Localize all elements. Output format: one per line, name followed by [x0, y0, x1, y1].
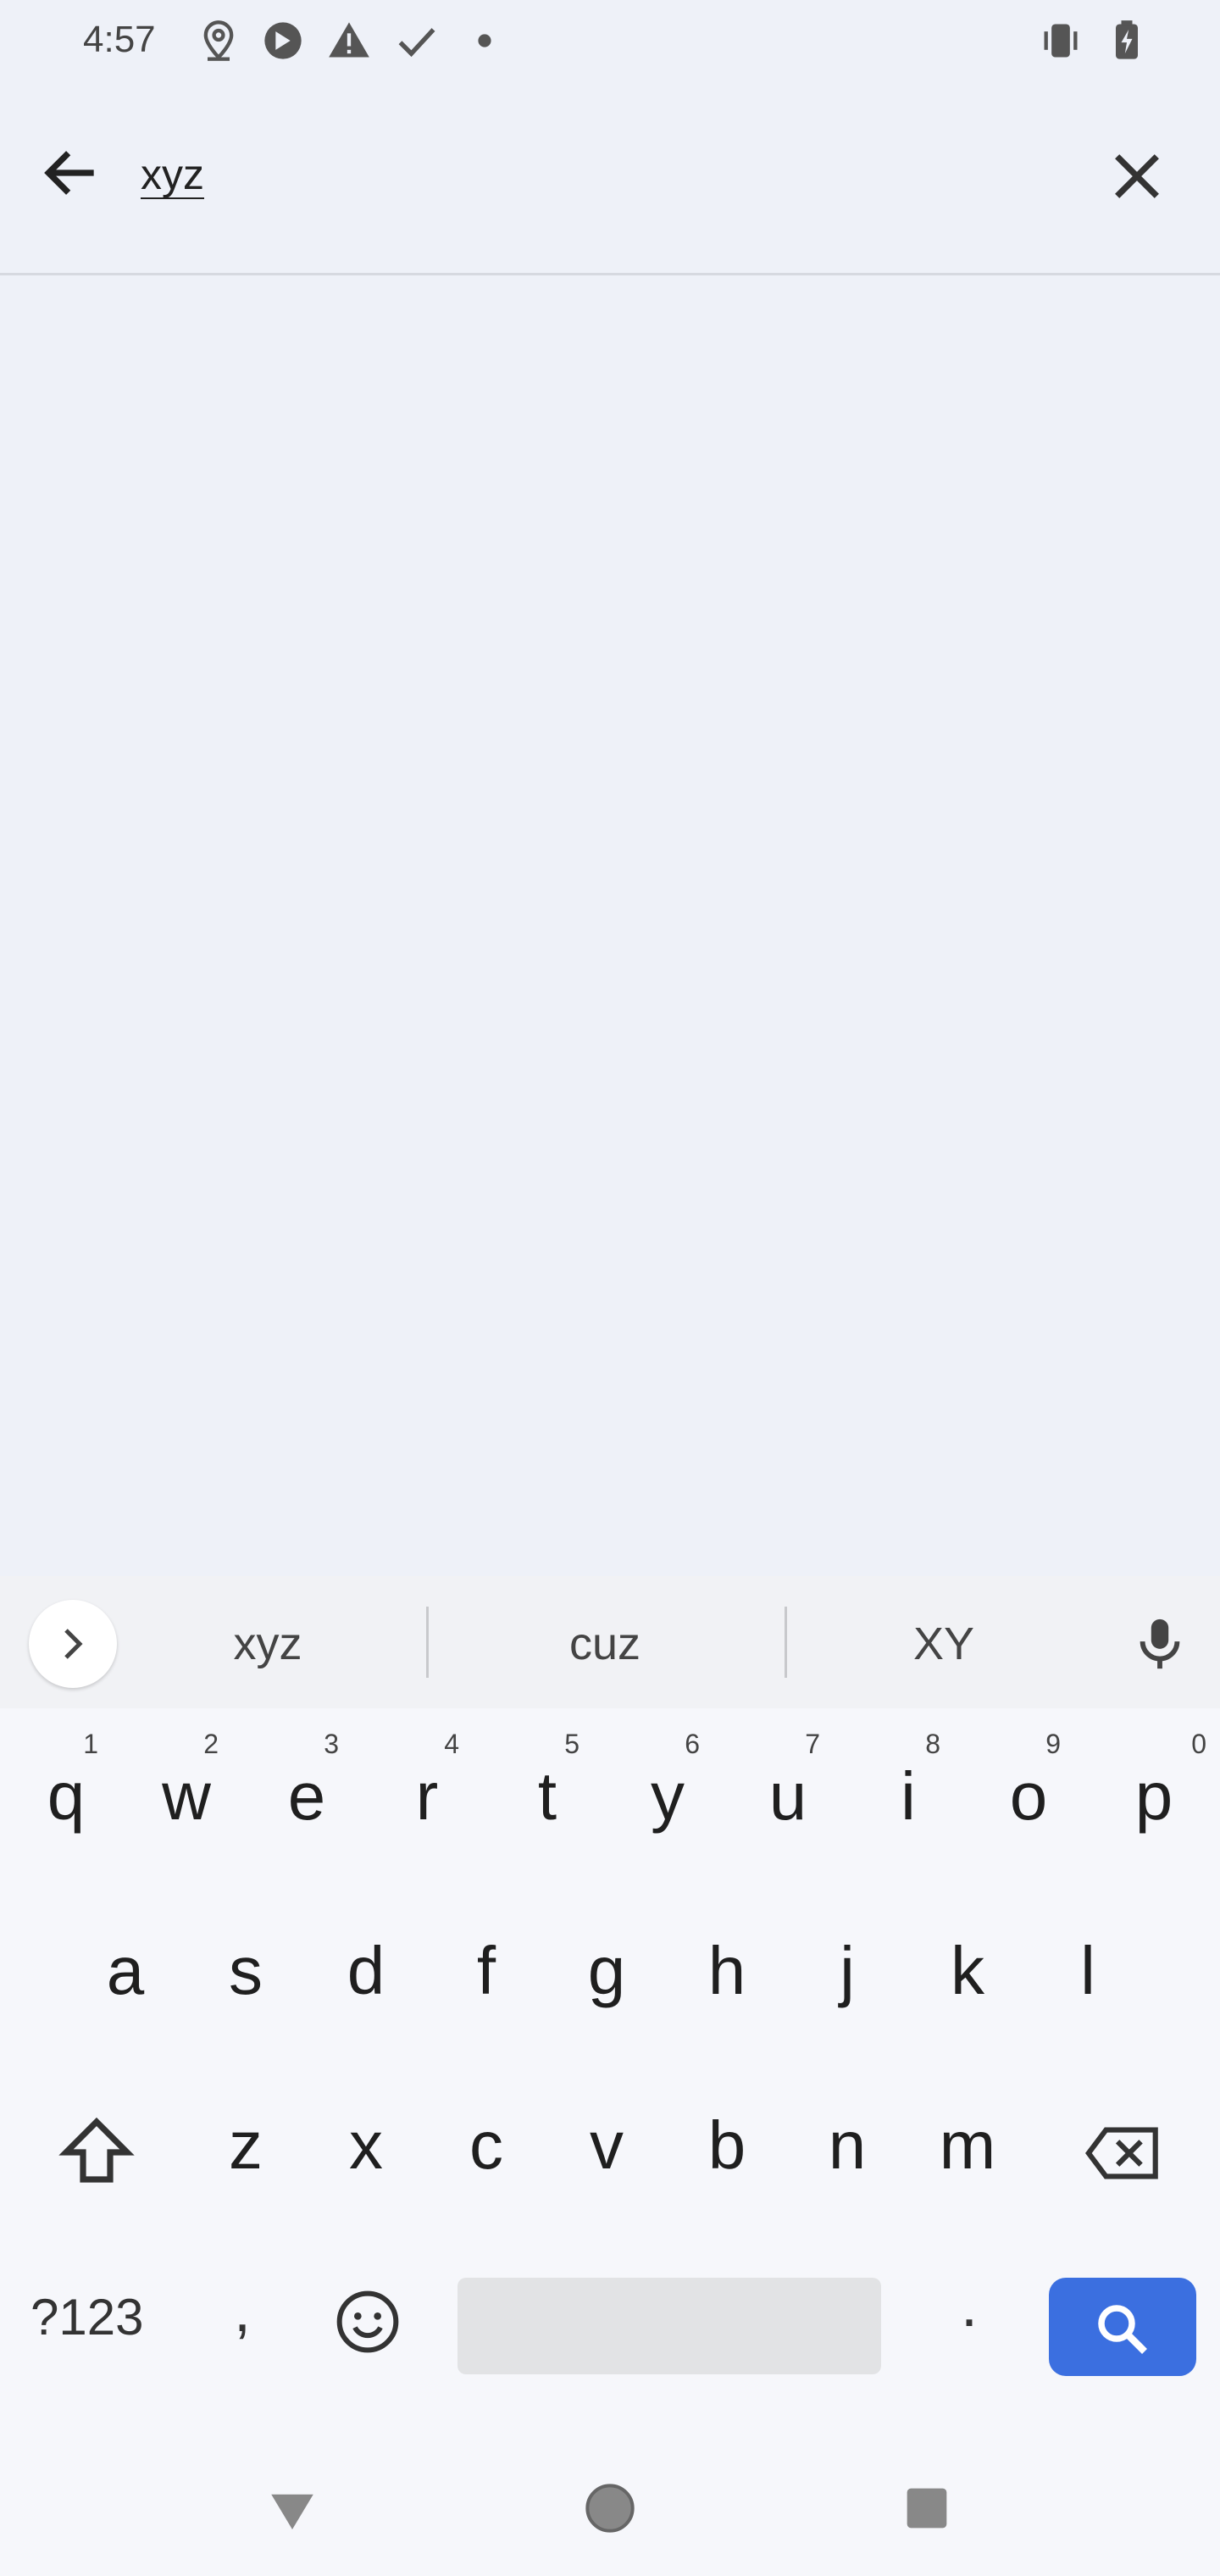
- key-i[interactable]: i8: [849, 1729, 968, 1873]
- key-d[interactable]: d: [307, 1903, 425, 2047]
- shift-icon[interactable]: [56, 2112, 137, 2193]
- microphone-icon[interactable]: [1130, 1610, 1190, 1678]
- key-j[interactable]: j: [788, 1903, 907, 2047]
- key-k[interactable]: k: [908, 1903, 1027, 2047]
- expand-toolbar-button[interactable]: [29, 1600, 117, 1688]
- suggestion-1[interactable]: xyz: [149, 1610, 386, 1678]
- space-key[interactable]: [458, 2278, 881, 2374]
- suggestion-3[interactable]: XY: [825, 1610, 1062, 1678]
- search-key[interactable]: [1049, 2278, 1196, 2376]
- app-notification-icon: [261, 19, 305, 63]
- symbols-key[interactable]: ?123: [30, 2288, 143, 2346]
- key-x[interactable]: x: [307, 2078, 425, 2222]
- vibrate-icon: [1039, 19, 1083, 63]
- search-input[interactable]: [141, 141, 988, 208]
- search-icon: [1098, 2305, 1147, 2354]
- key-n[interactable]: n: [788, 2078, 907, 2222]
- key-y[interactable]: y6: [608, 1729, 727, 1873]
- location-icon: [197, 19, 241, 63]
- key-b[interactable]: b: [668, 2078, 786, 2222]
- navigation-bar: [0, 2440, 1220, 2576]
- key-r[interactable]: r4: [368, 1729, 486, 1873]
- emoji-icon[interactable]: [334, 2288, 402, 2356]
- suggestion-2[interactable]: cuz: [486, 1610, 724, 1678]
- key-h[interactable]: h: [668, 1903, 786, 2047]
- suggestion-divider: [785, 1607, 787, 1678]
- key-p[interactable]: p0: [1095, 1729, 1213, 1873]
- nav-recents-icon[interactable]: [903, 2484, 951, 2532]
- nav-home-icon[interactable]: [583, 2481, 637, 2535]
- key-u[interactable]: u7: [729, 1729, 847, 1873]
- status-bar: 4:57: [0, 0, 1220, 88]
- status-time: 4:57: [83, 19, 156, 60]
- key-o[interactable]: o9: [969, 1729, 1088, 1873]
- suggestion-divider: [426, 1607, 429, 1678]
- suggestion-strip: xyz cuz XY: [0, 1576, 1220, 1708]
- dot-icon: [463, 19, 507, 63]
- close-icon[interactable]: [1103, 142, 1171, 210]
- key-q[interactable]: q1: [7, 1729, 125, 1873]
- chevron-right-icon: [64, 1629, 83, 1659]
- key-t[interactable]: t5: [488, 1729, 607, 1873]
- key-e[interactable]: e3: [247, 1729, 366, 1873]
- warning-icon: [327, 19, 371, 63]
- key-v[interactable]: v: [547, 2078, 666, 2222]
- soft-keyboard: xyz cuz XY q1 w2 e3 r4 t5 y6 u7 i8 o9 p0…: [0, 1576, 1220, 2576]
- comma-key[interactable]: ,: [234, 2276, 251, 2346]
- key-f[interactable]: f: [427, 1903, 546, 2047]
- key-m[interactable]: m: [908, 2078, 1027, 2222]
- key-c[interactable]: c: [427, 2078, 546, 2222]
- key-a[interactable]: a: [66, 1903, 185, 2047]
- search-bar: [0, 88, 1220, 275]
- key-w[interactable]: w2: [127, 1729, 246, 1873]
- arrow-left-icon[interactable]: [37, 139, 105, 207]
- nav-back-icon[interactable]: [264, 2483, 320, 2539]
- battery-charging-icon: [1105, 19, 1149, 63]
- check-icon: [395, 19, 439, 63]
- key-l[interactable]: l: [1029, 1903, 1147, 2047]
- key-s[interactable]: s: [186, 1903, 305, 2047]
- backspace-icon[interactable]: [1083, 2115, 1164, 2191]
- key-g[interactable]: g: [547, 1903, 666, 2047]
- key-z[interactable]: z: [186, 2078, 305, 2222]
- period-key[interactable]: .: [961, 2271, 978, 2340]
